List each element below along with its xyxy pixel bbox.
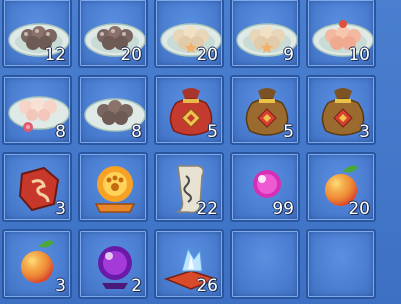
inventory-slot[interactable]: 8 [78,75,148,145]
inventory-grid: 12 20 20 9 10 8 8 5 5 3 3 22 99 20 3 2 2… [0,0,401,304]
golden-paw-orb-icon [94,166,136,213]
inventory-slot[interactable]: 10 [306,0,376,68]
item-count: 5 [283,122,294,142]
inventory-slot[interactable]: 20 [78,0,148,68]
inventory-slot[interactable]: 2 [78,229,148,299]
item-count: 3 [55,276,66,296]
inventory-slot[interactable] [78,152,148,222]
item-count: 99 [272,199,294,219]
inventory-slot[interactable]: 26 [154,229,224,299]
item-count: 5 [207,122,218,142]
item-count: 2 [131,276,142,296]
inventory-slot[interactable]: 3 [306,75,376,145]
inventory-slot[interactable]: 20 [154,0,224,68]
inventory-slot[interactable]: 22 [154,152,224,222]
item-count: 20 [196,45,218,65]
item-count: 10 [348,45,370,65]
item-count: 26 [196,276,218,296]
inventory-slot[interactable]: 12 [2,0,72,68]
item-count: 9 [283,45,294,65]
empty-slot[interactable] [306,229,376,299]
item-count: 22 [196,199,218,219]
inventory-slot[interactable]: 5 [154,75,224,145]
inventory-slot[interactable]: 3 [2,152,72,222]
item-count: 3 [359,122,370,142]
item-count: 8 [131,122,142,142]
inventory-slot[interactable]: 99 [230,152,300,222]
item-count: 20 [348,199,370,219]
item-count: 12 [44,45,66,65]
inventory-slot[interactable]: 5 [230,75,300,145]
inventory-slot[interactable]: 9 [230,0,300,68]
item-count: 8 [55,122,66,142]
inventory-slot[interactable]: 3 [2,229,72,299]
item-count: 20 [120,45,142,65]
item-count: 3 [55,199,66,219]
empty-slot[interactable] [230,229,300,299]
inventory-slot[interactable]: 20 [306,152,376,222]
inventory-slot[interactable]: 8 [2,75,72,145]
